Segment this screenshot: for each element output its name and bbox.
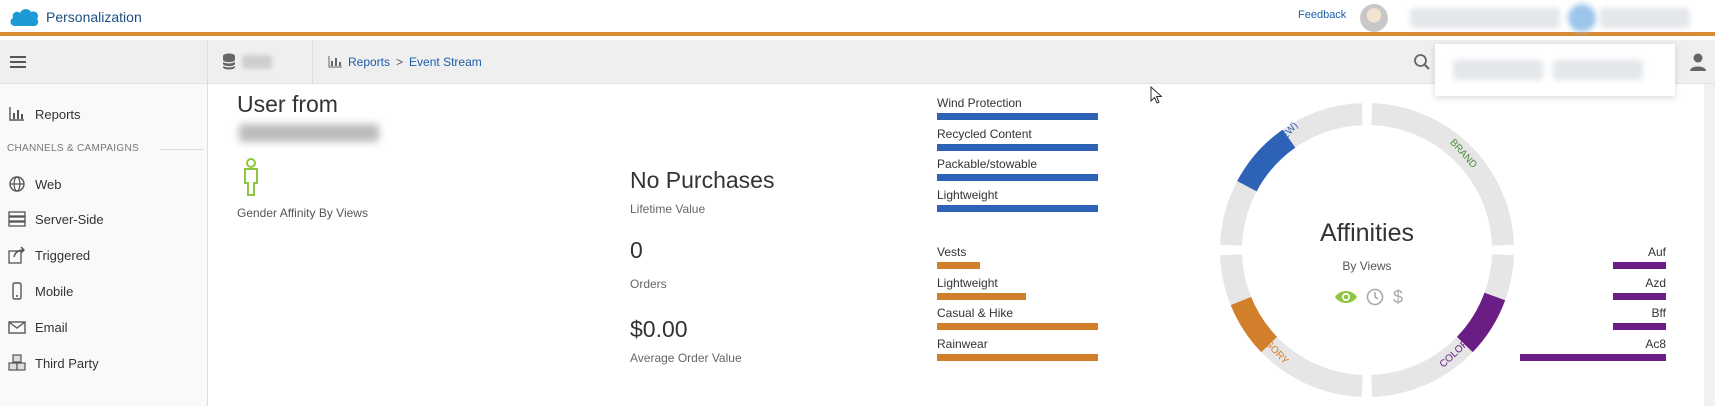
- affinity-bar: [937, 262, 981, 269]
- feature-label: FEATURE (NEW): [1241, 120, 1300, 187]
- sidebar-item-triggered[interactable]: Triggered: [8, 244, 90, 266]
- sidebar-item-label: Server-Side: [35, 211, 104, 227]
- breadcrumb-reports[interactable]: Reports: [348, 55, 390, 69]
- affinity-bar: [937, 353, 1098, 361]
- sidebar-item-label: Reports: [35, 106, 81, 122]
- feedback-link[interactable]: Feedback: [1298, 9, 1346, 21]
- orders-value: 0: [630, 237, 643, 263]
- sidebar: Reports CHANNELS & CAMPAIGNS Web Server-…: [0, 84, 208, 406]
- affinity-bar: [937, 204, 1098, 212]
- mouse-cursor-icon: [1150, 86, 1162, 104]
- affinity-label: Wind Protection: [937, 96, 1022, 110]
- orders-label: Orders: [630, 277, 667, 291]
- divider: [312, 40, 313, 84]
- cubes-icon: [8, 354, 26, 371]
- sidebar-item-mobile[interactable]: Mobile: [8, 280, 73, 302]
- gender-affinity-label: Gender Affinity By Views: [237, 206, 368, 220]
- affinity-label: Packable/stowable: [937, 157, 1038, 171]
- sidebar-item-label: Third Party: [35, 355, 99, 371]
- svg-text:$: $: [1393, 287, 1403, 307]
- person-icon: [244, 158, 258, 196]
- globe-icon: [9, 176, 25, 192]
- eye-icon[interactable]: [1334, 289, 1358, 305]
- database-icon[interactable]: [222, 53, 236, 70]
- app-title: Personalization: [46, 9, 142, 25]
- page-title: User from: [237, 91, 338, 117]
- menu-toggle-button[interactable]: [0, 40, 208, 84]
- sidebar-item-label: Mobile: [35, 283, 74, 299]
- affinity-bar: [1613, 262, 1666, 269]
- affinity-bar: [1613, 292, 1666, 300]
- sidebar-item-label: Web: [35, 176, 62, 192]
- mobile-icon: [12, 282, 22, 300]
- user-location: [239, 124, 379, 142]
- metric-toggle-group: $: [1324, 286, 1414, 308]
- envelope-icon: [8, 321, 26, 334]
- purchases-title: No Purchases: [630, 167, 775, 193]
- divider: [160, 149, 204, 150]
- affinities-donut: FEATURE (NEW) BRANDCOLOR (NEW)CATEGORY: [1220, 103, 1514, 397]
- share-icon: [8, 246, 25, 264]
- dollar-icon[interactable]: $: [1392, 287, 1404, 307]
- affinity-label: Lightweight: [937, 275, 998, 290]
- affinity-bar: [937, 323, 1098, 330]
- scrollbar[interactable]: [1704, 84, 1715, 406]
- sidebar-item-label: Email: [35, 319, 68, 335]
- affinity-label: Casual & Hike: [937, 306, 1014, 320]
- user-icon[interactable]: [1688, 52, 1708, 72]
- clock-icon[interactable]: [1366, 288, 1384, 306]
- affinity-bar: [937, 113, 1098, 120]
- search-filter[interactable]: [1553, 60, 1643, 80]
- main-content: User from Gender Affinity By Views No Pu…: [209, 85, 1715, 406]
- account-selector[interactable]: [1410, 8, 1560, 28]
- aov-value: $0.00: [630, 316, 688, 342]
- affinity-label: Vests: [937, 245, 967, 259]
- sidebar-item-reports[interactable]: Reports: [8, 103, 81, 125]
- user-menu[interactable]: [1600, 8, 1690, 28]
- user-avatar[interactable]: [1568, 4, 1596, 32]
- breadcrumb-separator: >: [396, 55, 404, 69]
- affinities-subtitle: By Views: [1342, 259, 1392, 273]
- affinity-bar: [937, 143, 1098, 151]
- color-label: COLOR (NEW): [1438, 316, 1495, 371]
- affinity-bar: [937, 292, 1026, 300]
- affinity-bar: [937, 174, 1098, 181]
- bar-chart-icon: [9, 107, 24, 121]
- affinity-bar: [1613, 323, 1666, 330]
- dataset-selector[interactable]: [242, 55, 272, 69]
- breadcrumb: Reports > Event Stream: [328, 55, 482, 69]
- lifetime-value-label: Lifetime Value: [630, 202, 706, 216]
- affinity-label: Recycled Content: [937, 126, 1032, 141]
- sidebar-item-email[interactable]: Email: [8, 316, 68, 338]
- sidebar-item-label: Triggered: [35, 247, 91, 263]
- breadcrumb-event-stream[interactable]: Event Stream: [409, 55, 482, 69]
- top-bar: Personalization Feedback: [0, 0, 1715, 36]
- salesforce-cloud-logo: [10, 9, 39, 27]
- sidebar-item-server-side[interactable]: Server-Side: [8, 208, 104, 230]
- sidebar-item-web[interactable]: Web: [8, 173, 62, 195]
- affinity-label: Lightweight: [937, 187, 998, 202]
- bar-chart-icon: [328, 56, 342, 68]
- search-input[interactable]: [1453, 60, 1543, 80]
- avatar[interactable]: [1360, 4, 1388, 32]
- aov-label: Average Order Value: [630, 351, 742, 365]
- affinities-title: Affinities: [1319, 219, 1415, 247]
- sidebar-item-third-party[interactable]: Third Party: [8, 352, 99, 374]
- server-icon: [8, 211, 26, 227]
- affinity-bar: [1520, 353, 1666, 361]
- search-icon[interactable]: [1413, 53, 1431, 71]
- affinity-label: Rainwear: [937, 336, 988, 351]
- channels-section-heading: CHANNELS & CAMPAIGNS: [7, 143, 139, 154]
